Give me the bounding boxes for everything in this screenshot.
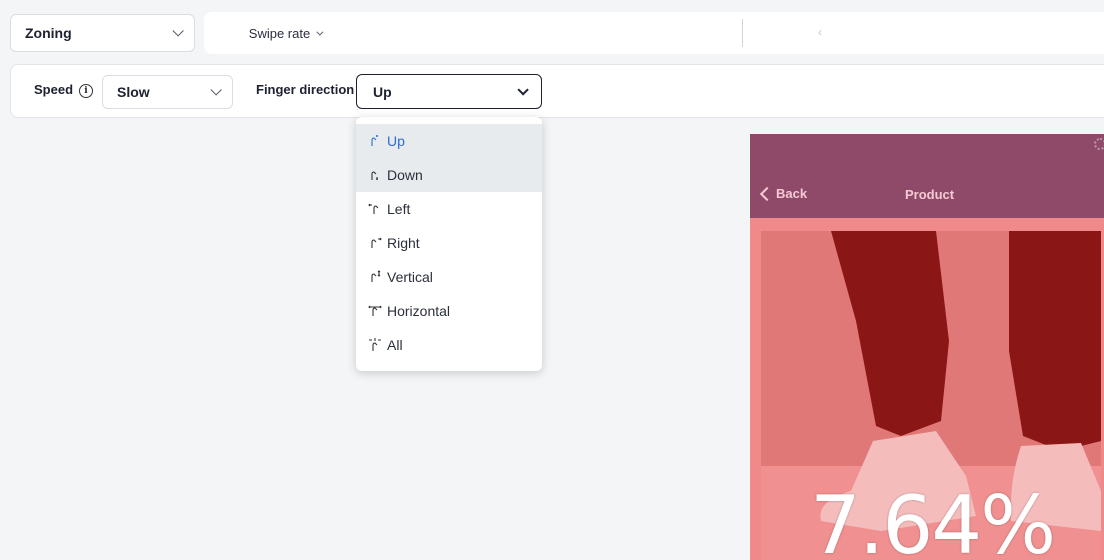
chevron-down-icon: [172, 25, 184, 37]
heatmap-preview: Back Product 7.64%: [750, 134, 1104, 560]
dropdown-item-down[interactable]: Down: [356, 158, 542, 192]
dropdown-item-vertical[interactable]: Vertical: [356, 260, 542, 294]
dropdown-item-label: Horizontal: [387, 303, 451, 319]
finger-direction-label: Finger direction: [256, 82, 355, 97]
back-button-label: Back: [776, 186, 808, 201]
dropdown-item-label: Down: [387, 167, 423, 183]
screen-title: Product: [905, 187, 955, 202]
swipe-down-icon: [371, 171, 378, 180]
dropdown-item-label: Left: [387, 201, 411, 217]
info-icon[interactable]: i: [79, 84, 93, 98]
finger-direction-select[interactable]: Up: [356, 74, 542, 109]
swipe-up-icon: [371, 135, 378, 146]
app-header: [750, 134, 1104, 218]
finger-direction-value: Up: [373, 83, 392, 100]
dropdown-item-all[interactable]: All: [356, 328, 542, 362]
dropdown-item-label: Right: [387, 235, 420, 251]
chevron-down-icon: [517, 83, 529, 96]
metric-select[interactable]: Swipe rate: [225, 12, 345, 54]
speed-select[interactable]: Slow: [102, 75, 233, 109]
speed-select-value: Slow: [117, 84, 150, 100]
mode-select-value: Zoning: [25, 25, 72, 41]
chevron-left-icon: [759, 186, 775, 201]
dropdown-item-label: Vertical: [387, 269, 433, 285]
dropdown-item-horizontal[interactable]: Horizontal: [356, 294, 542, 328]
swipe-horizontal-icon: [368, 305, 382, 316]
dropdown-item-left[interactable]: Left: [356, 192, 542, 226]
gear-icon: [1094, 138, 1104, 150]
chevron-left-icon[interactable]: ‹: [818, 25, 822, 39]
dropdown-item-label: All: [387, 337, 403, 353]
swipe-rate-value: 7.64%: [810, 479, 1056, 560]
mode-select[interactable]: Zoning: [10, 14, 195, 52]
chevron-down-icon: [316, 28, 324, 36]
dropdown-item-up[interactable]: Up: [356, 124, 542, 158]
divider: [742, 19, 743, 47]
speed-label: Speed: [34, 82, 74, 97]
dropdown-item-right[interactable]: Right: [356, 226, 542, 260]
swipe-all-icon: [369, 338, 381, 351]
finger-direction-dropdown: Up Down Left Right Vertical Horizontal A…: [356, 117, 542, 371]
metric-select-label: Swipe rate: [248, 25, 311, 41]
dropdown-item-label: Up: [387, 133, 405, 149]
swipe-left-icon: [368, 203, 379, 214]
back-button[interactable]: Back: [758, 186, 807, 201]
swipe-vertical-icon: [371, 270, 381, 282]
swipe-right-icon: [371, 237, 382, 248]
chevron-down-icon: [210, 84, 222, 96]
